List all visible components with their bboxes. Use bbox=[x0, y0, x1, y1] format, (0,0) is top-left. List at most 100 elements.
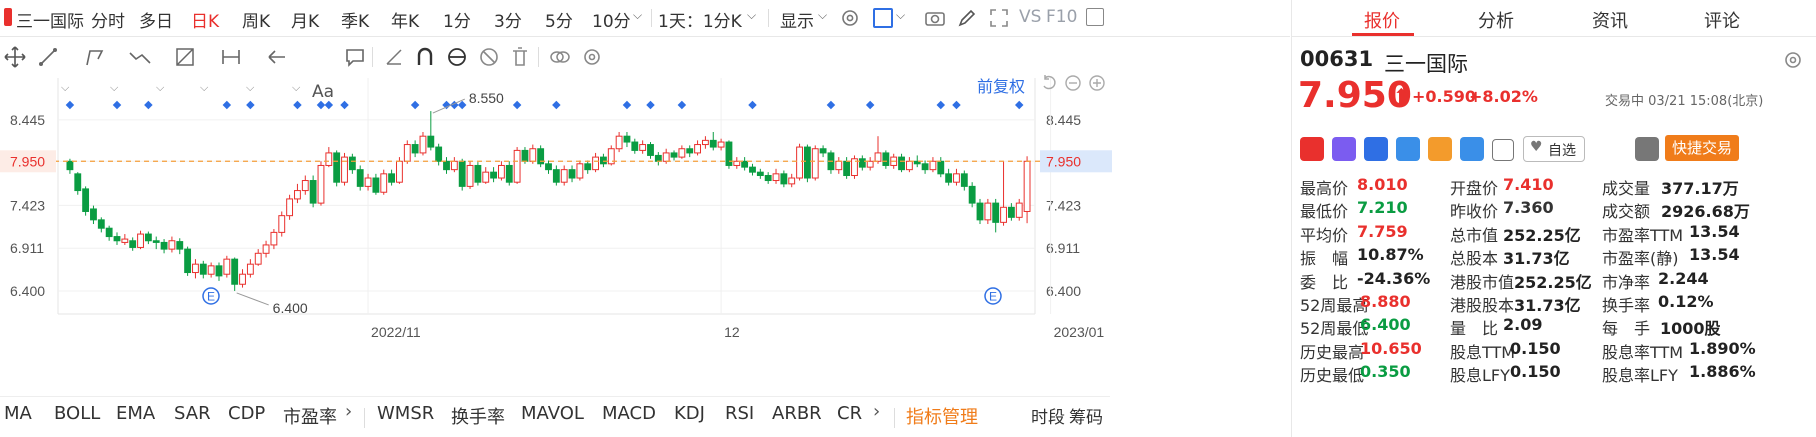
chevron-down-icon[interactable]: ⌵ bbox=[896, 8, 905, 23]
indicator-manage[interactable]: 指标管理 bbox=[906, 403, 978, 429]
candle-up bbox=[270, 231, 278, 246]
divider bbox=[364, 408, 365, 428]
lightning-icon[interactable] bbox=[1332, 137, 1356, 161]
fullscreen-icon[interactable] bbox=[988, 7, 1010, 29]
indicator-cr[interactable]: CR bbox=[837, 403, 862, 424]
shuffle-icon[interactable] bbox=[1364, 137, 1388, 161]
chip-button[interactable]: 筹码 bbox=[1069, 403, 1103, 428]
tab-news[interactable]: 资讯 bbox=[1592, 7, 1628, 33]
zoom-out-icon[interactable] bbox=[1064, 74, 1082, 92]
magnet-icon[interactable] bbox=[414, 45, 436, 69]
compare-button[interactable]: VS bbox=[1019, 7, 1041, 27]
layout-icon[interactable] bbox=[873, 8, 893, 28]
line-tool-icon[interactable] bbox=[38, 45, 58, 69]
period-tab-year-k[interactable]: 年K bbox=[391, 7, 419, 32]
period-toolbar: 三一国际 分时 多日 日K 周K 月K 季K 年K 1分 3分 5分 10分 ⌵… bbox=[0, 0, 1290, 37]
toolbar-stock-name[interactable]: 三一国际 bbox=[16, 7, 84, 32]
alert-bell-icon[interactable] bbox=[1635, 137, 1659, 161]
candle-up bbox=[278, 215, 286, 233]
chevron-down-icon[interactable]: ⌵ bbox=[633, 8, 642, 23]
camera-icon[interactable] bbox=[924, 7, 946, 29]
indicator-cdp[interactable]: CDP bbox=[228, 403, 265, 424]
candle-down bbox=[427, 135, 435, 148]
candle-up bbox=[286, 198, 294, 217]
period-tab-day-k[interactable]: 日K bbox=[191, 7, 219, 32]
stat-label: 换手率 bbox=[1602, 296, 1651, 315]
chevron-right-icon[interactable]: › bbox=[345, 401, 352, 422]
period-tab-timeshare[interactable]: 分时 bbox=[91, 7, 125, 32]
hk-flag-icon[interactable] bbox=[1300, 137, 1324, 161]
period-tab-1min[interactable]: 1分 bbox=[443, 7, 471, 32]
stat-label: 52周最低 bbox=[1300, 319, 1369, 339]
event-marker-icon bbox=[144, 100, 153, 110]
period-tab-month-k[interactable]: 月K bbox=[291, 7, 319, 32]
indicator-rsi[interactable]: RSI bbox=[725, 403, 754, 424]
tab-quote[interactable]: 报价 bbox=[1364, 7, 1400, 33]
measure-tool-icon[interactable] bbox=[220, 45, 242, 69]
period-select[interactable]: 1天：1分K bbox=[658, 7, 742, 32]
undo-icon[interactable] bbox=[1040, 74, 1058, 92]
indicator-ma[interactable]: MA bbox=[4, 403, 32, 424]
zoom-in-icon[interactable] bbox=[1088, 74, 1106, 92]
candle-up bbox=[835, 160, 843, 171]
session-button[interactable]: 时段 bbox=[1031, 403, 1065, 428]
indicator-arbr[interactable]: ARBR bbox=[772, 403, 822, 424]
comment-tool-icon[interactable] bbox=[345, 45, 365, 69]
candle-up bbox=[866, 160, 874, 168]
f10-button[interactable]: F10 bbox=[1046, 7, 1077, 27]
indicator-ema[interactable]: EMA bbox=[116, 403, 155, 424]
indicator-macd[interactable]: MACD bbox=[602, 403, 656, 424]
candle-up bbox=[576, 163, 584, 179]
wave-tool-icon[interactable] bbox=[128, 45, 152, 69]
event-marker-icon bbox=[1014, 100, 1024, 110]
watchlist-button[interactable]: ♥ 自选 bbox=[1523, 136, 1585, 162]
candle-down bbox=[599, 156, 607, 165]
period-tab-10min[interactable]: 10分 bbox=[592, 7, 631, 32]
tag-icon[interactable] bbox=[1460, 137, 1484, 161]
candlestick-chart[interactable]: 8.445 8.445 7.950 7.950 7.423 7.423 6.911 6.911… bbox=[0, 78, 1112, 396]
note-icon[interactable] bbox=[1492, 139, 1514, 161]
display-menu[interactable]: 显示 bbox=[780, 7, 814, 32]
period-tab-week-k[interactable]: 周K bbox=[242, 7, 270, 32]
tab-comments[interactable]: 评论 bbox=[1704, 7, 1740, 33]
indicator-turnover[interactable]: 换手率 bbox=[451, 403, 505, 429]
stock-switch-icon[interactable] bbox=[4, 8, 12, 26]
indicator-mavol[interactable]: MAVOL bbox=[521, 403, 584, 424]
visibility-icon[interactable] bbox=[548, 45, 572, 69]
settings-icon[interactable] bbox=[839, 7, 861, 29]
ruler-icon[interactable] bbox=[384, 45, 404, 69]
indicator-sar[interactable]: SAR bbox=[174, 403, 211, 424]
polyline-tool-icon[interactable] bbox=[84, 45, 106, 69]
dollar-icon[interactable] bbox=[1396, 137, 1420, 161]
indicator-pe[interactable]: 市盈率 bbox=[283, 403, 337, 429]
chevron-down-icon[interactable]: ⌵ bbox=[818, 8, 827, 23]
candle-down bbox=[819, 148, 827, 154]
candle-up bbox=[1015, 202, 1023, 218]
pen-icon[interactable] bbox=[956, 7, 978, 29]
draw-settings-icon[interactable] bbox=[581, 45, 603, 69]
period-tab-quarter-k[interactable]: 季K bbox=[341, 7, 369, 32]
period-tab-5min[interactable]: 5分 bbox=[545, 7, 573, 32]
settings-icon[interactable] bbox=[1783, 50, 1803, 70]
candle-down bbox=[74, 173, 82, 192]
collapse-panel-icon[interactable] bbox=[1086, 8, 1104, 26]
period-tab-3min[interactable]: 3分 bbox=[494, 7, 522, 32]
fib-tool-icon[interactable] bbox=[174, 45, 196, 69]
trash-icon[interactable] bbox=[510, 45, 530, 69]
adjust-mode-toggle[interactable]: 前复权 bbox=[977, 73, 1025, 97]
tab-analysis[interactable]: 分析 bbox=[1478, 7, 1514, 33]
candle-up bbox=[905, 160, 913, 171]
move-icon[interactable] bbox=[4, 45, 26, 69]
lock-icon[interactable] bbox=[446, 45, 468, 69]
chevron-right-icon[interactable]: › bbox=[873, 401, 880, 422]
hide-drawings-icon[interactable] bbox=[478, 45, 500, 69]
arrow-tool-icon[interactable] bbox=[266, 45, 288, 69]
indicator-kdj[interactable]: KDJ bbox=[674, 403, 705, 424]
chevron-down-icon[interactable]: ⌵ bbox=[747, 8, 756, 23]
indicator-wmsr[interactable]: WMSR bbox=[377, 403, 434, 424]
trend-icon[interactable] bbox=[1428, 137, 1452, 161]
indicator-boll[interactable]: BOLL bbox=[54, 403, 100, 424]
quick-trade-button[interactable]: 快捷交易 bbox=[1665, 135, 1739, 161]
period-tab-multiday[interactable]: 多日 bbox=[139, 7, 173, 32]
stat-value: 8.010 bbox=[1357, 175, 1408, 194]
